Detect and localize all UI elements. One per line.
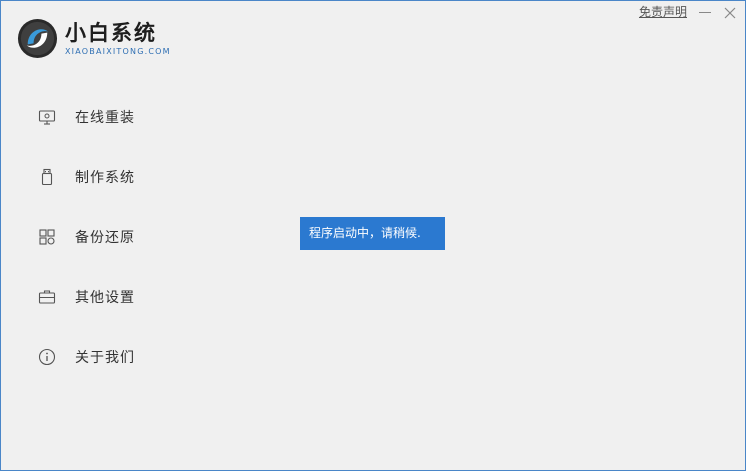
minimize-icon (699, 12, 711, 13)
monitor-icon (38, 110, 56, 125)
sidebar-item-label: 关于我们 (75, 350, 135, 366)
sidebar-item-online-reinstall[interactable]: 在线重装 (1, 87, 201, 147)
sidebar-item-label: 备份还原 (75, 230, 135, 246)
sidebar-item-label: 制作系统 (75, 170, 135, 186)
title-bar-controls: 免责声明 (639, 4, 737, 20)
sidebar-item-make-system[interactable]: 制作系统 (1, 147, 201, 207)
app-subtitle: XIAOBAIXITONG.COM (65, 46, 171, 56)
sidebar-item-label: 在线重装 (75, 110, 135, 126)
sidebar-item-label: 其他设置 (75, 290, 135, 306)
close-icon (724, 7, 736, 19)
app-window: 小白系统 XIAOBAIXITONG.COM 免责声明 在线重装 制作系统 备份… (0, 0, 746, 471)
minimize-button[interactable] (698, 5, 712, 19)
info-icon (38, 348, 56, 366)
backup-grid-icon (39, 229, 55, 245)
loading-toast: 程序启动中，请稍候. (300, 217, 445, 250)
app-logo: 小白系统 XIAOBAIXITONG.COM (16, 17, 171, 60)
usb-drive-icon (41, 168, 53, 186)
close-button[interactable] (723, 5, 737, 19)
briefcase-icon (38, 290, 56, 304)
logo-icon (17, 18, 58, 59)
sidebar-item-other-settings[interactable]: 其他设置 (1, 267, 201, 327)
app-title: 小白系统 (65, 20, 157, 45)
sidebar-item-about-us[interactable]: 关于我们 (1, 327, 201, 387)
disclaimer-link[interactable]: 免责声明 (639, 4, 687, 20)
sidebar-item-backup-restore[interactable]: 备份还原 (1, 207, 201, 267)
